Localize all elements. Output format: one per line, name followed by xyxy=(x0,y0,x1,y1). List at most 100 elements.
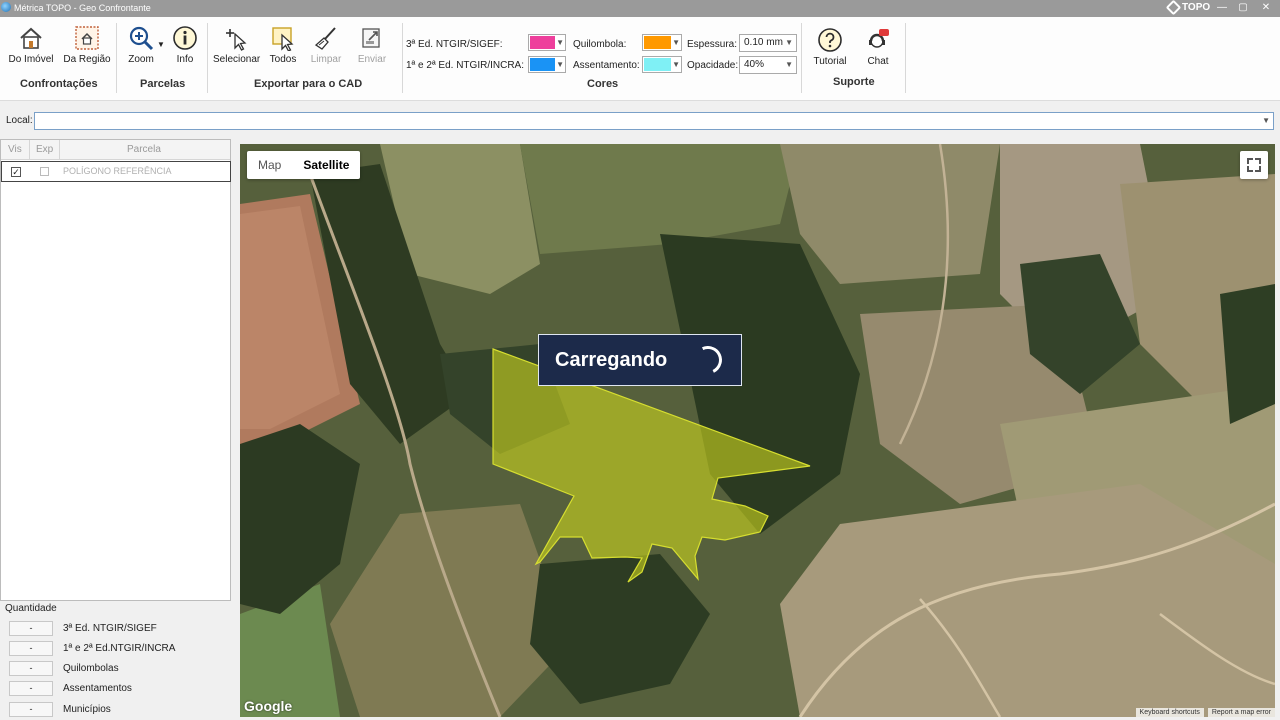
espessura-label: Espessura: xyxy=(687,39,738,50)
incra-color-picker[interactable]: ▼ xyxy=(528,56,566,73)
assentamento-color-picker[interactable]: ▼ xyxy=(642,56,682,73)
loading-overlay: Carregando xyxy=(538,334,742,386)
parcel-row[interactable]: ✓ POLÍGONO REFERÊNCIA xyxy=(1,161,231,182)
vis-checkbox[interactable]: ✓ xyxy=(11,167,21,177)
selecionar-label: Selecionar xyxy=(213,54,261,65)
quilombola-color-picker[interactable]: ▼ xyxy=(642,34,682,51)
header-vis[interactable]: Vis xyxy=(8,144,22,155)
cores-title: Cores xyxy=(587,78,619,90)
quilombola-color-label: Quilombola: xyxy=(573,39,627,50)
incra-color-label: 1ª e 2ª Ed. NTGIR/INCRA: xyxy=(406,60,524,71)
opacidade-select[interactable]: 40% ▼ xyxy=(739,56,797,74)
limpar-button[interactable]: Limpar xyxy=(308,25,344,65)
chat-button[interactable]: Chat xyxy=(860,27,896,67)
local-bar: Local: ▼ xyxy=(0,101,1280,137)
quantidade-row: - Assentamentos xyxy=(9,681,229,697)
ribbon: Do Imóvel Da Região Confrontações Zoom ▼ xyxy=(0,17,1280,101)
house-icon xyxy=(20,27,42,49)
chat-support-icon xyxy=(869,29,889,48)
chevron-down-icon: ▼ xyxy=(556,38,564,47)
satellite-map[interactable]: Map Satellite Carregando Google Keyboard… xyxy=(240,144,1275,717)
fullscreen-button[interactable] xyxy=(1240,151,1268,179)
chevron-down-icon: ▼ xyxy=(672,38,680,47)
quantidade-label: 1ª e 2ª Ed.NTGIR/INCRA xyxy=(63,643,176,654)
chevron-down-icon: ▼ xyxy=(785,60,793,69)
todos-button[interactable]: Todos xyxy=(266,25,300,65)
satellite-imagery xyxy=(240,144,1275,717)
sigef-color-swatch xyxy=(530,36,555,49)
local-label: Local: xyxy=(6,115,33,126)
loading-text: Carregando xyxy=(555,349,668,371)
quantidade-label: Quilombolas xyxy=(63,663,119,674)
help-icon xyxy=(818,28,842,52)
parcel-list-header: Vis Exp Parcela xyxy=(1,140,230,160)
report-map-error-link[interactable]: Report a map error xyxy=(1207,708,1275,717)
group-suporte: Tutorial Chat Suporte xyxy=(802,17,906,101)
spinner-icon xyxy=(690,342,726,378)
column-divider xyxy=(59,140,60,160)
map-type-control: Map Satellite xyxy=(247,151,361,179)
exp-checkbox[interactable] xyxy=(40,167,49,176)
info-label: Info xyxy=(176,54,194,65)
espessura-select[interactable]: 0.10 mm ▼ xyxy=(739,34,797,52)
local-combobox[interactable]: ▼ xyxy=(34,112,1274,130)
header-exp[interactable]: Exp xyxy=(36,144,53,155)
assentamento-color-label: Assentamento: xyxy=(573,60,640,71)
google-logo[interactable]: Google xyxy=(244,698,292,714)
group-cores: 3ª Ed. NTGIR/SIGEF: ▼ 1ª e 2ª Ed. NTGIR/… xyxy=(403,17,801,101)
quantidade-value: - xyxy=(9,621,53,636)
quantidade-label: Municípios xyxy=(63,704,111,715)
selecionar-button[interactable]: Selecionar xyxy=(213,25,261,65)
quantidade-panel: Quantidade - 3ª Ed. NTGIR/SIGEF - 1ª e 2… xyxy=(0,600,231,720)
quilombola-color-swatch xyxy=(644,36,671,49)
opacidade-value: 40% xyxy=(744,59,765,70)
parcelas-title: Parcelas xyxy=(140,78,186,90)
espessura-value: 0.10 mm xyxy=(744,37,783,48)
chevron-down-icon[interactable]: ▼ xyxy=(1262,116,1270,125)
select-cursor-icon xyxy=(226,29,247,51)
window-title: Métrica TOPO - Geo Confrontante xyxy=(14,3,151,13)
quantidade-title: Quantidade xyxy=(5,603,57,614)
zoom-in-icon xyxy=(129,26,154,51)
zoom-dropdown-icon[interactable]: ▼ xyxy=(157,40,165,49)
close-button[interactable]: ✕ xyxy=(1254,1,1278,15)
info-button[interactable]: Info xyxy=(171,25,199,65)
quantidade-value: - xyxy=(9,661,53,676)
header-parcela[interactable]: Parcela xyxy=(127,144,161,155)
da-regiao-button[interactable]: Da Região xyxy=(62,25,112,65)
da-regiao-label: Da Região xyxy=(63,54,111,65)
quantidade-row: - Municípios xyxy=(9,702,229,718)
tutorial-button[interactable]: Tutorial xyxy=(812,27,848,67)
quantidade-value: - xyxy=(9,641,53,656)
map-type-satellite-button[interactable]: Satellite xyxy=(292,151,360,179)
zoom-button[interactable]: Zoom ▼ xyxy=(121,25,165,65)
chevron-down-icon: ▼ xyxy=(785,38,793,47)
fullscreen-icon xyxy=(1255,166,1261,172)
fullscreen-icon xyxy=(1255,158,1261,164)
quantidade-label: Assentamentos xyxy=(63,683,132,694)
enviar-button[interactable]: Enviar xyxy=(354,25,390,65)
limpar-label: Limpar xyxy=(310,54,342,65)
quantidade-value: - xyxy=(9,702,53,717)
chevron-down-icon: ▼ xyxy=(556,60,564,69)
quantidade-row: - 1ª e 2ª Ed.NTGIR/INCRA xyxy=(9,641,229,657)
app-icon xyxy=(1,2,11,12)
broom-icon xyxy=(314,27,336,50)
parcel-name: POLÍGONO REFERÊNCIA xyxy=(63,166,172,176)
opacidade-label: Opacidade: xyxy=(687,60,739,71)
topo-logo-icon xyxy=(1165,0,1182,16)
zoom-label: Zoom xyxy=(128,54,154,65)
keyboard-shortcuts-link[interactable]: Keyboard shortcuts xyxy=(1135,708,1204,717)
region-map-icon xyxy=(75,26,99,50)
do-imovel-button[interactable]: Do Imóvel xyxy=(6,25,56,65)
map-type-map-button[interactable]: Map xyxy=(247,151,292,179)
maximize-button[interactable]: ▢ xyxy=(1231,1,1255,15)
tutorial-label: Tutorial xyxy=(813,56,847,67)
fullscreen-icon xyxy=(1247,158,1253,164)
title-bar: Métrica TOPO - Geo Confrontante TOPO — ▢… xyxy=(0,0,1280,17)
quantidade-row: - Quilombolas xyxy=(9,661,229,677)
sigef-color-picker[interactable]: ▼ xyxy=(528,34,566,51)
todos-label: Todos xyxy=(269,54,297,65)
quantidade-value: - xyxy=(9,681,53,696)
do-imovel-label: Do Imóvel xyxy=(8,54,54,65)
